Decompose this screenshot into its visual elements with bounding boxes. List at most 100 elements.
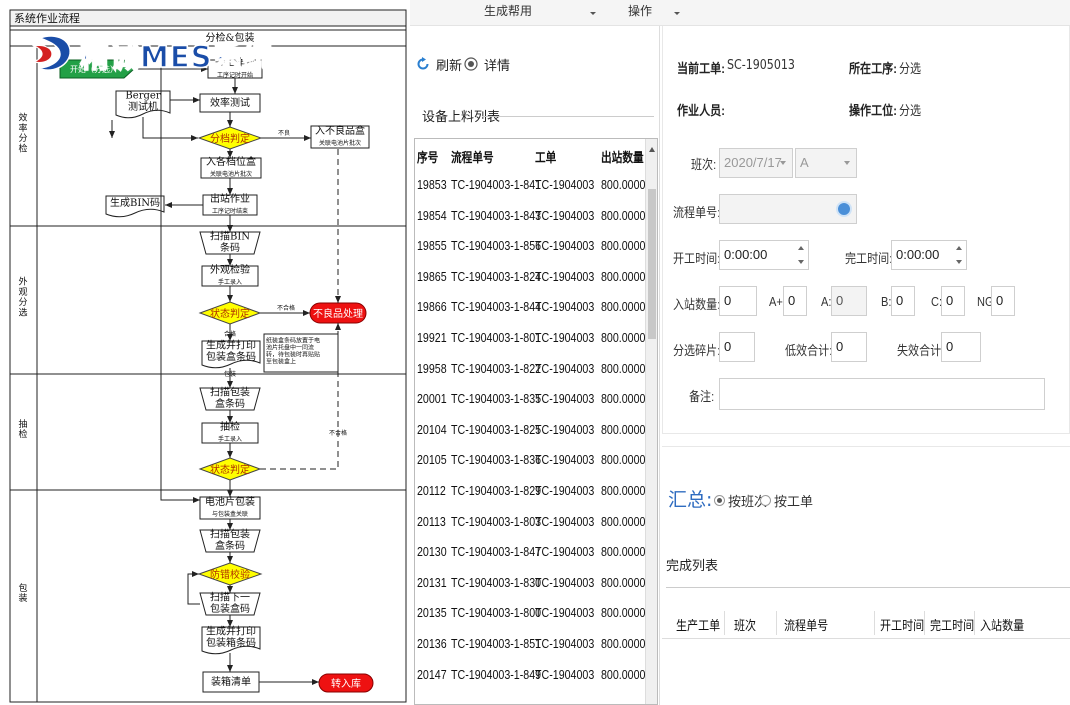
fragment-input[interactable]: 0 bbox=[719, 332, 755, 362]
cell-seq: 20130 bbox=[417, 544, 447, 560]
done-col-start[interactable]: 开工时间 bbox=[880, 615, 924, 634]
cell-seq: 19865 bbox=[417, 268, 447, 284]
cell-out-qty: 800.0000 bbox=[601, 544, 646, 560]
detail-button[interactable]: 详情 bbox=[464, 54, 510, 74]
end-time-value: 0:00:00 bbox=[896, 247, 940, 262]
node-gen-print-box-label: 生成并打印包装盒条码 bbox=[206, 338, 256, 363]
ng-input[interactable]: 0 bbox=[991, 286, 1015, 316]
table-row[interactable]: 20105 TC-1904003-1-836 TC-1904003 800.0000 bbox=[415, 444, 647, 475]
fragment-label: 分选碎片: bbox=[673, 343, 721, 358]
table-row[interactable]: 20001 TC-1904003-1-835 TC-1904003 800.0000 bbox=[415, 383, 647, 414]
header-tab-2[interactable]: 操作 bbox=[628, 2, 652, 19]
device-feed-grid[interactable]: 序号 流程单号 工单 出站数量 19853 TC-1904003-1-841 TC-… bbox=[414, 138, 658, 705]
cell-flow-no: TC-1904003-1-800 bbox=[451, 605, 542, 621]
logo-mes: MES bbox=[139, 39, 213, 75]
device-feed-pane: 刷新 详情 设备上料列表 序号 流程单号 工单 出站数量 19853 TC-190… bbox=[412, 26, 660, 705]
radio-by-order-label: 按工单 bbox=[774, 495, 814, 510]
table-row[interactable]: 19865 TC-1904003-1-824 TC-1904003 800.0000 bbox=[415, 261, 647, 292]
b-input[interactable]: 0 bbox=[891, 286, 915, 316]
a-input[interactable]: 0 bbox=[831, 286, 867, 316]
shift-select[interactable]: A bbox=[795, 148, 857, 178]
table-row[interactable]: 20131 TC-1904003-1-830 TC-1904003 800.0000 bbox=[415, 567, 647, 598]
spinner-icon[interactable] bbox=[955, 244, 963, 266]
chevron-down-icon bbox=[780, 161, 786, 165]
table-row[interactable]: 19866 TC-1904003-1-844 TC-1904003 800.0000 bbox=[415, 291, 647, 322]
cell-flow-no: TC-1904003-1-851 bbox=[451, 636, 542, 651]
done-col-flow-no[interactable]: 流程单号 bbox=[784, 615, 828, 634]
done-col-order[interactable]: 生产工单 bbox=[676, 615, 720, 634]
header-tab-1[interactable]: 生成帮用 bbox=[484, 2, 532, 19]
done-list-header: 生产工单 班次 流程单号 开工时间 完工时间 入站数量 bbox=[662, 607, 1070, 639]
fail-input[interactable]: 0 bbox=[941, 332, 981, 362]
table-row[interactable]: 20104 TC-1904003-1-825 TC-1904003 800.0000 bbox=[415, 414, 647, 445]
current-order-label: 当前工单: bbox=[677, 61, 725, 76]
col-header-order[interactable]: 工单 bbox=[535, 147, 556, 166]
table-row[interactable]: 19853 TC-1904003-1-841 TC-1904003 800.0000 bbox=[415, 169, 647, 200]
table-row[interactable]: 19921 TC-1904003-1-801 TC-1904003 800.0000 bbox=[415, 322, 647, 353]
table-row[interactable]: 20135 TC-1904003-1-800 TC-1904003 800.0000 bbox=[415, 597, 647, 628]
cell-seq: 20112 bbox=[417, 483, 446, 498]
cell-order: TC-1904003 bbox=[535, 330, 595, 345]
table-row[interactable]: 20130 TC-1904003-1-847 TC-1904003 800.0000 bbox=[415, 536, 647, 567]
col-header-seq[interactable]: 序号 bbox=[417, 147, 438, 166]
node-scan-next-label: 扫描下一包装盒码 bbox=[210, 590, 250, 615]
node-berger-label: Berger 测试机 bbox=[125, 90, 160, 113]
chevron-down-icon[interactable] bbox=[672, 4, 680, 18]
process-flowchart: 系统作业流程 分检&包装 效率分检 外观分选 抽检 包装 开始（分选） 开工作业 工序记时开始 B… bbox=[0, 0, 410, 705]
cell-order: TC-1904003 bbox=[535, 391, 595, 407]
spinner-icon[interactable] bbox=[797, 244, 805, 266]
cell-out-qty: 800.0000 bbox=[601, 483, 646, 498]
done-col-shift[interactable]: 班次 bbox=[734, 615, 756, 634]
end-time-label: 完工时间: bbox=[845, 251, 893, 266]
cell-seq: 20135 bbox=[417, 605, 447, 621]
start-time-input[interactable]: 0:00:00 bbox=[719, 240, 809, 270]
cell-out-qty: 800.0000 bbox=[601, 207, 646, 223]
radio-dot bbox=[760, 495, 771, 506]
flow-no-input[interactable] bbox=[719, 194, 857, 224]
cell-order: TC-1904003 bbox=[535, 299, 595, 315]
done-col-end[interactable]: 完工时间 bbox=[930, 615, 974, 634]
summary-title: 汇总: bbox=[668, 489, 713, 511]
edge-label-unqualified-2: 不合格 bbox=[277, 304, 295, 312]
grid-header: 序号 流程单号 工单 出站数量 bbox=[415, 139, 657, 169]
cell-out-qty: 800.0000 bbox=[601, 605, 646, 621]
scroll-up-icon[interactable] bbox=[649, 147, 655, 152]
cell-order: TC-1904003 bbox=[535, 666, 595, 682]
radio-dot-selected bbox=[714, 495, 725, 506]
remark-input[interactable] bbox=[719, 378, 1045, 410]
low-eff-input[interactable]: 0 bbox=[831, 332, 867, 362]
logo-mark-icon bbox=[31, 35, 71, 71]
table-row[interactable]: 19958 TC-1904003-1-822 TC-1904003 800.0000 bbox=[415, 353, 647, 384]
b-label: B: bbox=[881, 294, 892, 309]
cell-seq: 19958 bbox=[417, 360, 447, 376]
shift-date-select[interactable]: 2020/7/17 bbox=[719, 148, 793, 178]
a-plus-input[interactable]: 0 bbox=[783, 286, 807, 316]
scroll-thumb[interactable] bbox=[648, 189, 656, 339]
cell-seq: 20113 bbox=[417, 513, 446, 529]
done-col-in-qty[interactable]: 入站数量 bbox=[980, 615, 1024, 634]
fail-label: 失效合计: bbox=[897, 343, 945, 358]
node-defect-handle-label: 不良品处理 bbox=[313, 307, 363, 320]
col-header-out-qty[interactable]: 出站数量 bbox=[601, 147, 644, 166]
done-divider bbox=[666, 587, 1070, 588]
table-row[interactable]: 20136 TC-1904003-1-851 TC-1904003 800.0000 bbox=[415, 628, 647, 659]
lane-label-2: 抽检 bbox=[18, 418, 27, 440]
c-input[interactable]: 0 bbox=[941, 286, 965, 316]
col-header-flow-no[interactable]: 流程单号 bbox=[451, 147, 494, 166]
table-row[interactable]: 19854 TC-1904003-1-843 TC-1904003 800.0000 bbox=[415, 200, 647, 231]
chevron-down-icon[interactable] bbox=[588, 4, 596, 18]
grid-scrollbar[interactable] bbox=[645, 139, 657, 704]
end-time-input[interactable]: 0:00:00 bbox=[891, 240, 967, 270]
table-row[interactable]: 20147 TC-1904003-1-849 TC-1904003 800.0000 bbox=[415, 659, 647, 690]
cell-out-qty: 800.0000 bbox=[601, 360, 646, 376]
table-row[interactable]: 19855 TC-1904003-1-856 TC-1904003 800.0000 bbox=[415, 230, 647, 261]
node-efficiency-test-label: 效率测试 bbox=[210, 96, 250, 109]
table-row[interactable]: 20112 TC-1904003-1-829 TC-1904003 800.0000 bbox=[415, 475, 647, 506]
node-status-decision-2-label: 状态判定 bbox=[210, 463, 250, 476]
table-row[interactable]: 20113 TC-1904003-1-803 TC-1904003 800.0000 bbox=[415, 506, 647, 537]
in-qty-input[interactable]: 0 bbox=[719, 286, 757, 316]
lane-label-3: 包装 bbox=[18, 582, 27, 604]
refresh-button[interactable]: 刷新 bbox=[416, 54, 462, 74]
search-icon[interactable] bbox=[836, 201, 852, 217]
radio-by-order[interactable]: 按工单 bbox=[760, 491, 813, 510]
